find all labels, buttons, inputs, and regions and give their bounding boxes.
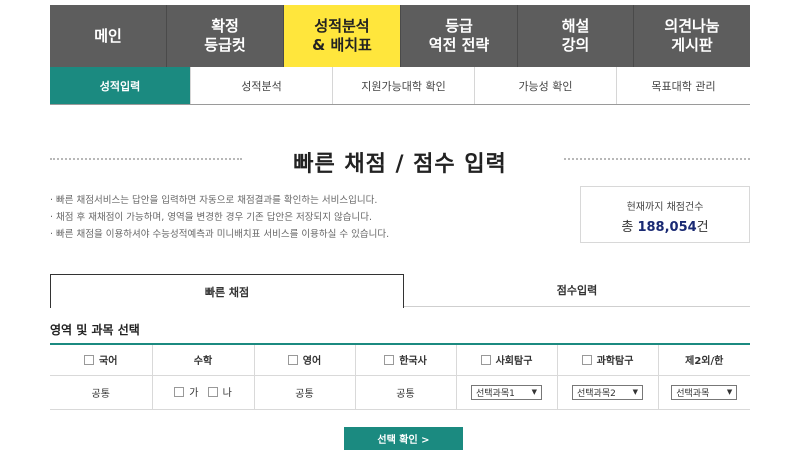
history-checkbox[interactable]	[384, 355, 395, 366]
header-foreign-label: 제2외/한	[685, 356, 724, 368]
korean-type: 공통	[50, 374, 153, 410]
section-title: 영역 및 과목 선택	[50, 323, 140, 337]
nav-grade-cut[interactable]: 확정 등급컷	[167, 5, 284, 67]
subnav-score-analysis[interactable]: 성적분석	[191, 67, 333, 104]
header-social-label: 사회탐구	[495, 356, 533, 368]
grading-count-box: 현재까지 채점건수 총 188,054건	[580, 186, 750, 243]
nav-score-analysis[interactable]: 성적분석 & 배치표	[284, 5, 401, 67]
social-subject-value: 선택과목1	[476, 388, 515, 399]
nav-lecture[interactable]: 해설 강의	[518, 5, 634, 67]
title-row: 빠른 채점 / 점수 입력	[50, 142, 750, 178]
math-na-checkbox[interactable]	[207, 386, 218, 397]
social-select-cell: 선택과목1 ▼	[455, 374, 558, 410]
confirm-selection-button[interactable]: 선택 확인 >	[344, 427, 463, 450]
subject-option-row: 공통 가 나 공통 공통 선택과목1 ▼ 선택과목2 ▼ 선택과목 ▼	[50, 374, 750, 410]
header-math-label: 수학	[193, 356, 213, 368]
sub-nav: 성적입력 성적분석 지원가능대학 확인 가능성 확인 목표대학 관리	[50, 67, 750, 105]
subnav-score-analysis-label: 성적분석	[241, 79, 282, 93]
nav-grade-cut-line1: 확정	[211, 17, 239, 35]
foreign-subject-select[interactable]: 선택과목 ▼	[671, 384, 738, 400]
english-checkbox[interactable]	[287, 355, 298, 366]
math-type-options: 가 나	[151, 374, 255, 410]
social-checkbox[interactable]	[480, 355, 491, 366]
info-line: · 채점 후 재채점이 가능하며, 영역을 변경한 경우 기존 답안은 저장되지…	[50, 212, 372, 223]
subject-header-row: 국어 수학 영어 한국사 사회탐구 과학탐구 제2외/한	[50, 343, 750, 376]
grading-count-number: 188,054	[637, 220, 697, 235]
subnav-possibility-check-label: 가능성 확인	[518, 79, 573, 93]
math-ga-checkbox[interactable]	[174, 386, 185, 397]
nav-board[interactable]: 의견나눔 게시판	[634, 5, 750, 67]
nav-lecture-line2: 강의	[561, 36, 590, 54]
tab-quick-grading[interactable]: 빠른 채점	[50, 274, 404, 308]
header-science[interactable]: 과학탐구	[556, 343, 659, 376]
subnav-eligible-universities[interactable]: 지원가능대학 확인	[333, 67, 475, 104]
subnav-score-input[interactable]: 성적입력	[50, 67, 191, 104]
title-divider-right	[564, 158, 750, 160]
header-korean-label: 국어	[99, 356, 118, 368]
header-english-label: 영어	[302, 356, 322, 368]
subnav-target-university[interactable]: 목표대학 관리	[617, 67, 750, 104]
math-ga-option[interactable]: 가	[174, 384, 198, 399]
header-korean[interactable]: 국어	[50, 343, 153, 376]
header-math: 수학	[151, 343, 255, 376]
header-social[interactable]: 사회탐구	[455, 343, 558, 376]
dropdown-arrow-icon: ▼	[726, 388, 733, 396]
tab-quick-grading-label: 빠른 채점	[204, 285, 250, 299]
nav-grade-cut-line2: 등급컷	[204, 36, 246, 54]
input-mode-tabs: 빠른 채점 점수입력	[50, 274, 750, 308]
dropdown-arrow-icon: ▼	[531, 388, 537, 396]
science-subject-value: 선택과목2	[577, 388, 616, 399]
foreign-subject-value: 선택과목	[676, 388, 710, 399]
tab-score-input-label: 점수입력	[556, 284, 598, 297]
subnav-eligible-universities-label: 지원가능대학 확인	[361, 79, 446, 93]
nav-score-analysis-line1: 성적분석	[314, 17, 370, 35]
grading-count-suffix: 건	[696, 220, 709, 235]
header-history-label: 한국사	[399, 356, 427, 368]
info-line: · 빠른 채점서비스는 답안을 입력하면 자동으로 채점결과를 확인하는 서비스…	[50, 195, 378, 206]
nav-board-line1: 의견나눔	[664, 17, 720, 35]
english-type: 공통	[253, 374, 356, 410]
nav-score-analysis-line2: & 배치표	[312, 36, 372, 54]
service-info: · 빠른 채점서비스는 답안을 입력하면 자동으로 채점결과를 확인하는 서비스…	[50, 192, 470, 243]
tab-score-input[interactable]: 점수입력	[404, 274, 750, 306]
subnav-target-university-label: 목표대학 관리	[651, 79, 716, 93]
page-title: 빠른 채점 / 점수 입력	[293, 152, 507, 177]
main-nav: 메인 확정 등급컷 성적분석 & 배치표 등급 역전 전략 해설 강의 의견나눔…	[50, 5, 750, 67]
nav-main-label: 메인	[94, 26, 122, 45]
math-ga-label: 가	[189, 388, 199, 400]
history-type: 공통	[354, 374, 457, 410]
math-na-label: 나	[222, 388, 232, 400]
social-subject-select[interactable]: 선택과목1 ▼	[471, 384, 542, 400]
header-history[interactable]: 한국사	[354, 343, 457, 376]
header-science-label: 과학탐구	[596, 356, 634, 368]
nav-grade-reversal-line2: 역전 전략	[428, 36, 490, 54]
math-na-option[interactable]: 나	[207, 384, 232, 400]
science-select-cell: 선택과목2 ▼	[556, 374, 659, 410]
korean-checkbox[interactable]	[84, 355, 95, 366]
subject-table: 국어 수학 영어 한국사 사회탐구 과학탐구 제2외/한 공통 가 나 공통 공…	[50, 343, 750, 410]
science-subject-select[interactable]: 선택과목2 ▼	[572, 384, 643, 400]
dropdown-arrow-icon: ▼	[632, 388, 638, 396]
grading-count-label: 현재까지 채점건수	[626, 202, 704, 213]
header-english[interactable]: 영어	[253, 343, 356, 376]
nav-grade-reversal-line1: 등급	[445, 17, 473, 35]
science-checkbox[interactable]	[581, 355, 592, 366]
header-foreign: 제2외/한	[657, 343, 750, 376]
nav-board-line2: 게시판	[671, 36, 713, 54]
grading-count-value: 총 188,054건	[581, 216, 749, 235]
foreign-select-cell: 선택과목 ▼	[657, 374, 750, 410]
nav-main[interactable]: 메인	[50, 5, 167, 67]
subnav-possibility-check[interactable]: 가능성 확인	[475, 67, 617, 104]
nav-grade-reversal[interactable]: 등급 역전 전략	[401, 5, 518, 67]
info-line: · 빠른 채점을 이용하셔야 수능성적예측과 미니배치표 서비스를 이용하실 수…	[50, 229, 390, 240]
nav-lecture-line1: 해설	[561, 17, 590, 35]
subnav-score-input-label: 성적입력	[99, 79, 141, 93]
grading-count-prefix: 총	[621, 220, 638, 235]
